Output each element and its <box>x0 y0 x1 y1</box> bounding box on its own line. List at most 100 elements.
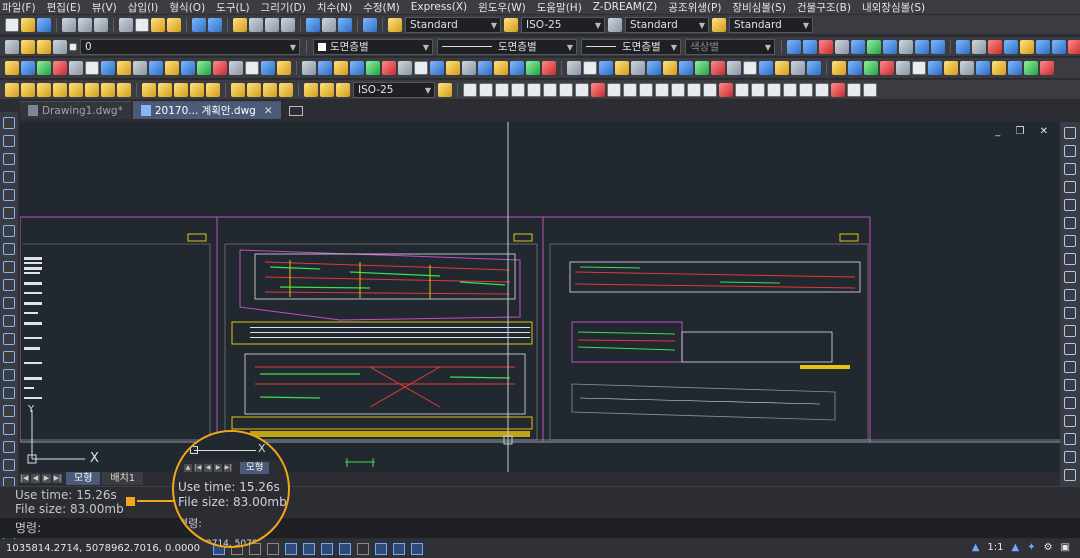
modify-tool-icon[interactable] <box>1064 433 1076 445</box>
custom-tool-icon[interactable] <box>960 61 974 75</box>
custom-tool-icon[interactable] <box>992 61 1006 75</box>
draw-tool-icon[interactable] <box>3 333 15 345</box>
tool-aq-icon[interactable] <box>831 82 845 97</box>
next-layout-button[interactable]: ▶ <box>42 474 51 483</box>
custom-tool-icon[interactable] <box>631 61 645 75</box>
custom-tool-icon[interactable] <box>976 61 990 75</box>
tool-aj-icon[interactable] <box>719 82 733 97</box>
selection-cycling-icon[interactable] <box>393 542 406 555</box>
modify-tool-icon[interactable] <box>1064 379 1076 391</box>
continue-icon[interactable] <box>174 82 188 97</box>
menu-file[interactable]: 파일(F) <box>2 0 36 15</box>
draw-tool-icon[interactable] <box>3 459 15 471</box>
modify-tool-icon[interactable] <box>1064 343 1076 355</box>
draw-tool-icon[interactable] <box>3 243 15 255</box>
tool-ag-icon[interactable] <box>671 82 685 97</box>
custom-tool-icon[interactable] <box>711 61 725 75</box>
custom-tool-icon[interactable] <box>1040 61 1054 75</box>
tool-ad-icon[interactable] <box>623 82 637 97</box>
custom-tool-icon[interactable] <box>478 61 492 75</box>
draw-tool-icon[interactable] <box>3 117 15 129</box>
tool-e-icon[interactable] <box>851 39 865 54</box>
design-center-icon[interactable] <box>322 17 336 32</box>
dim-style-select-2[interactable]: ISO-25 ▼ <box>353 81 435 98</box>
draw-tool-icon[interactable] <box>3 351 15 363</box>
tab-active-drawing[interactable]: 20170... 계획안.dwg ✕ <box>132 101 281 119</box>
tolerance-icon[interactable] <box>231 82 245 97</box>
dim-break-icon[interactable] <box>206 82 220 97</box>
tool-palettes-icon[interactable] <box>338 17 352 32</box>
custom-tool-icon[interactable] <box>261 61 275 75</box>
tool-t-icon[interactable] <box>463 82 477 97</box>
menu-edit[interactable]: 편집(E) <box>47 0 81 15</box>
diameter-icon[interactable] <box>101 82 115 97</box>
modify-tool-icon[interactable] <box>1064 145 1076 157</box>
custom-tool-icon[interactable] <box>848 61 862 75</box>
custom-tool-icon[interactable] <box>414 61 428 75</box>
otrack-icon[interactable] <box>321 542 334 555</box>
custom-tool-icon[interactable] <box>165 61 179 75</box>
tool-am-icon[interactable] <box>767 82 781 97</box>
custom-tool-icon[interactable] <box>510 61 524 75</box>
lock-icon[interactable] <box>53 39 67 54</box>
match-properties-icon[interactable] <box>167 17 181 32</box>
open-folder-icon[interactable] <box>21 17 35 32</box>
menu-hvac[interactable]: 공조위생(P) <box>668 0 721 15</box>
menu-window[interactable]: 윈도우(W) <box>478 0 526 15</box>
new-file-icon[interactable] <box>5 17 19 32</box>
custom-tool-icon[interactable] <box>446 61 460 75</box>
modify-tool-icon[interactable] <box>1064 235 1076 247</box>
tool-d-icon[interactable] <box>835 39 849 54</box>
last-layout-button[interactable]: ▶| <box>53 474 62 483</box>
angular-icon[interactable] <box>117 82 131 97</box>
custom-tool-icon[interactable] <box>213 61 227 75</box>
dim-edit-icon[interactable] <box>304 82 318 97</box>
custom-tool-icon[interactable] <box>864 61 878 75</box>
inspection-icon[interactable] <box>263 82 277 97</box>
tool-ar-icon[interactable] <box>847 82 861 97</box>
new-tab-icon[interactable] <box>288 106 303 116</box>
custom-tool-icon[interactable] <box>880 61 894 75</box>
custom-tool-icon[interactable] <box>807 61 821 75</box>
layer-select[interactable]: 0 ▼ <box>80 38 300 55</box>
tool-n-icon[interactable] <box>1004 39 1018 54</box>
custom-tool-icon[interactable] <box>791 61 805 75</box>
draw-tool-icon[interactable] <box>3 171 15 183</box>
menu-structure[interactable]: 건물구조(B) <box>797 0 851 15</box>
tool-af-icon[interactable] <box>655 82 669 97</box>
menu-format[interactable]: 형식(O) <box>169 0 205 15</box>
modify-tool-icon[interactable] <box>1064 307 1076 319</box>
modify-tool-icon[interactable] <box>1064 181 1076 193</box>
publish-icon[interactable] <box>94 17 108 32</box>
menu-express[interactable]: Express(X) <box>411 1 467 13</box>
baseline-icon[interactable] <box>158 82 172 97</box>
custom-tool-icon[interactable] <box>5 61 19 75</box>
tool-aa-icon[interactable] <box>575 82 589 97</box>
table-style-select[interactable]: Standard ▼ <box>625 16 709 33</box>
custom-tool-icon[interactable] <box>743 61 757 75</box>
dynamic-ucs-icon[interactable] <box>339 542 352 555</box>
tool-an-icon[interactable] <box>783 82 797 97</box>
tab-model[interactable]: 모형 <box>66 472 101 485</box>
draw-tool-icon[interactable] <box>3 423 15 435</box>
custom-tool-icon[interactable] <box>583 61 597 75</box>
tool-w-icon[interactable] <box>511 82 525 97</box>
menu-draw[interactable]: 그리기(D) <box>261 0 306 15</box>
custom-tool-icon[interactable] <box>775 61 789 75</box>
dim-style-select[interactable]: ISO-25 ▼ <box>521 16 605 33</box>
zoom-previous-icon[interactable] <box>281 17 295 32</box>
annotation-visibility-icon[interactable]: ▲ <box>1011 542 1019 553</box>
tab-layout1[interactable]: 배치1 <box>102 472 144 485</box>
linear-dim-icon[interactable] <box>5 82 19 97</box>
custom-tool-icon[interactable] <box>197 61 211 75</box>
lineweight-select[interactable]: 도면층별 ▼ <box>581 38 681 55</box>
custom-tool-icon[interactable] <box>318 61 332 75</box>
custom-tool-icon[interactable] <box>382 61 396 75</box>
redo-icon[interactable] <box>208 17 222 32</box>
drawing-canvas[interactable]: _ ❐ ✕ X Y <box>20 122 1060 472</box>
layer-manager-icon[interactable] <box>5 39 19 54</box>
tool-c-icon[interactable] <box>819 39 833 54</box>
custom-tool-icon[interactable] <box>245 61 259 75</box>
tool-b-icon[interactable] <box>803 39 817 54</box>
tool-l-icon[interactable] <box>972 39 986 54</box>
